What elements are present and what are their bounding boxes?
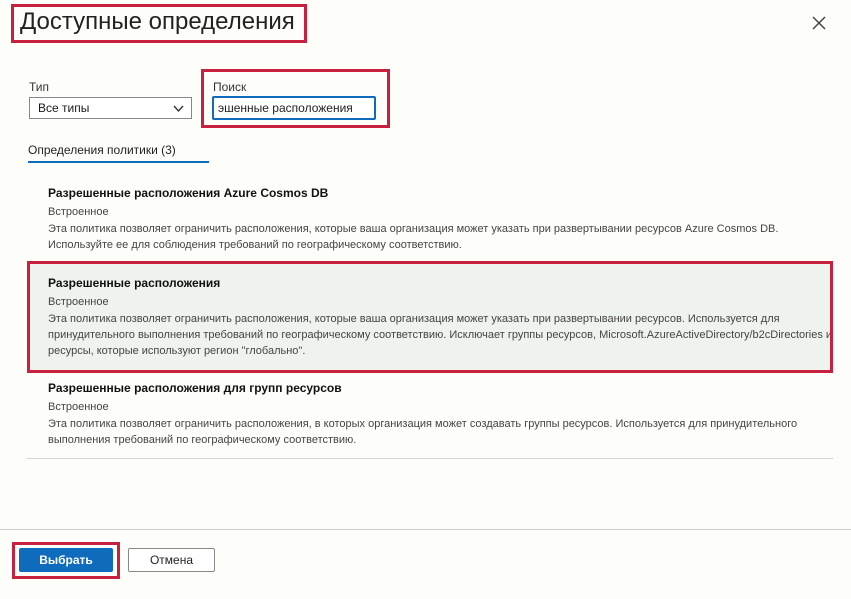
type-dropdown[interactable]: Все типы <box>29 97 192 119</box>
chevron-down-icon <box>173 105 184 113</box>
close-icon <box>812 16 826 30</box>
definition-description: Эта политика позволяет ограничить распол… <box>48 418 798 446</box>
search-input[interactable] <box>212 96 376 120</box>
available-definitions-panel: Доступные определения Тип Все типы Поиск… <box>0 0 851 599</box>
definition-item[interactable]: Разрешенные расположения для групп ресур… <box>27 380 833 456</box>
type-label: Тип <box>29 80 50 94</box>
search-label: Поиск <box>213 80 247 94</box>
definition-item[interactable]: Разрешенные расположения Azure Cosmos DB… <box>27 185 833 257</box>
select-button[interactable]: Выбрать <box>19 548 113 572</box>
close-button[interactable] <box>808 12 830 34</box>
definition-item-selected[interactable]: Разрешенные расположения Встроенное Эта … <box>27 261 833 373</box>
footer-divider <box>0 529 851 530</box>
cancel-button[interactable]: Отмена <box>128 548 215 572</box>
definition-description: Эта политика позволяет ограничить распол… <box>48 223 779 251</box>
tab-policy-definitions[interactable]: Определения политики (3) <box>28 143 176 161</box>
definition-title: Разрешенные расположения Azure Cosmos DB <box>48 186 329 200</box>
definition-title: Разрешенные расположения <box>48 276 221 290</box>
definition-description: Эта политика позволяет ограничить распол… <box>48 313 833 357</box>
definition-kind: Встроенное <box>48 206 109 218</box>
type-dropdown-value: Все типы <box>38 101 90 115</box>
list-divider <box>27 458 833 459</box>
definition-title: Разрешенные расположения для групп ресур… <box>48 381 342 395</box>
definition-kind: Встроенное <box>48 296 109 308</box>
page-title: Доступные определения <box>20 8 295 35</box>
tab-active-indicator <box>28 161 209 163</box>
definition-kind: Встроенное <box>48 401 109 413</box>
